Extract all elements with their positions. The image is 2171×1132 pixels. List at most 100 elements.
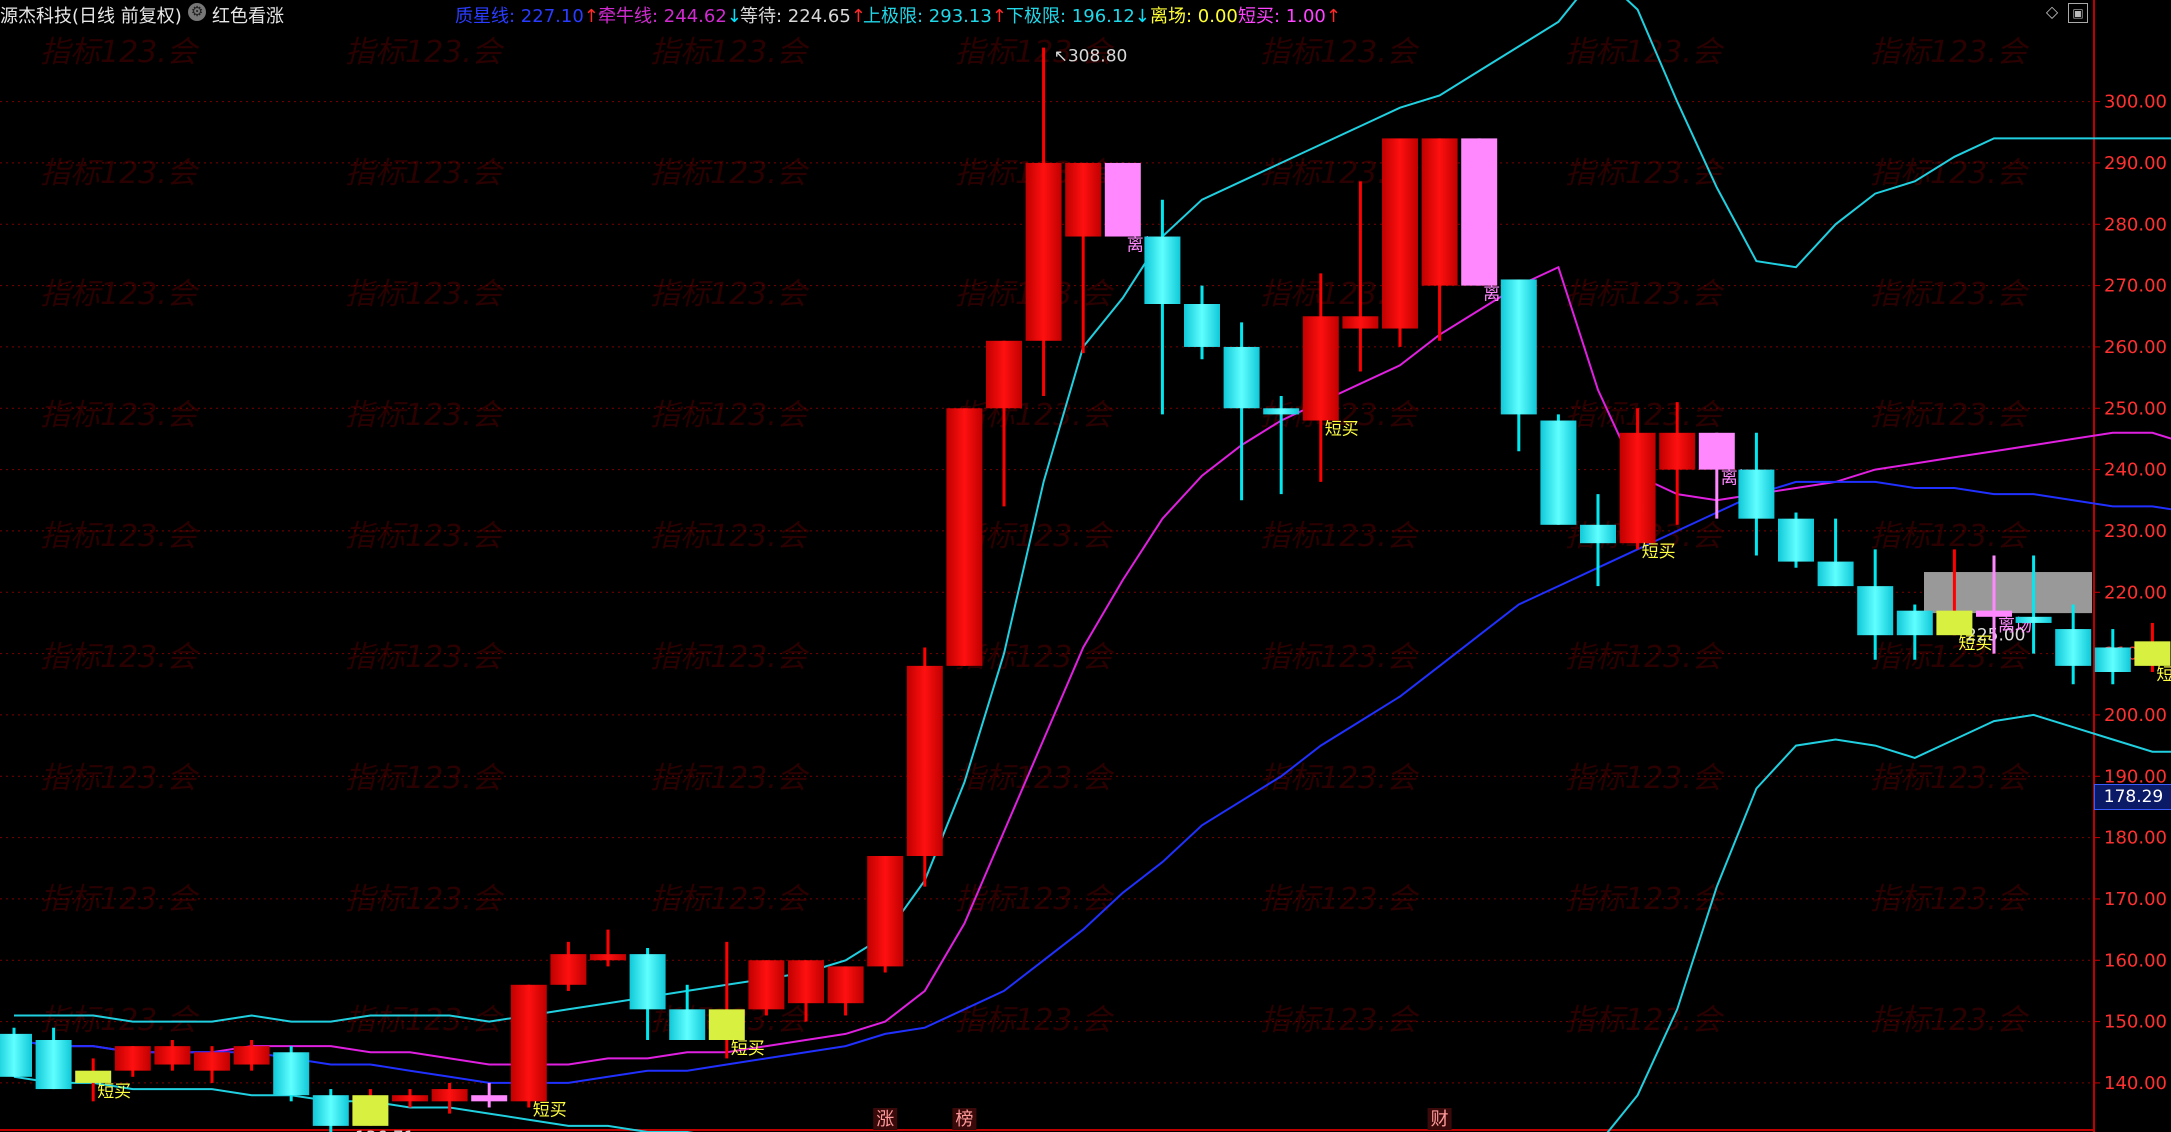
candle-body <box>1184 304 1220 347</box>
candle-body <box>1540 420 1577 525</box>
y-tick-label: 150.00 <box>2104 1012 2167 1033</box>
watermark-text: 指标123.会 <box>40 156 200 191</box>
watermark-text: 指标123.会 <box>40 882 200 917</box>
candle-body <box>1936 610 1973 636</box>
indicator-name[interactable]: 红色看涨 <box>212 2 284 28</box>
watermark-text: 指标123.会 <box>1565 640 1725 675</box>
candle-body <box>35 1040 72 1090</box>
y-tick-label: 180.00 <box>2104 828 2167 849</box>
candle-body <box>1342 316 1379 329</box>
candle-body <box>154 1046 191 1065</box>
header-item: 短买: 1.00↑ <box>1238 2 1341 28</box>
candle-body <box>550 954 587 985</box>
price-marker-box <box>1924 572 2092 614</box>
candle-body <box>1104 162 1141 237</box>
y-tick-label: 290.00 <box>2104 153 2167 174</box>
current-price-label: 178.29 <box>2094 784 2171 810</box>
candle-body <box>1223 346 1260 409</box>
candle-body <box>748 960 785 1010</box>
candle-body <box>352 1095 389 1126</box>
watermark-text: 指标123.会 <box>1870 277 2030 312</box>
y-tick-label: 280.00 <box>2104 214 2167 235</box>
y-tick-label: 140.00 <box>2104 1073 2167 1094</box>
header-item-label: 等待: 224.65 <box>740 6 851 27</box>
watermark-text: 指标123.会 <box>650 398 810 433</box>
candle-body <box>114 1046 151 1071</box>
watermark-text: 指标123.会 <box>1260 882 1420 917</box>
signal-label: 短买 <box>533 1100 567 1120</box>
watermark-text: 指标123.会 <box>1870 761 2030 796</box>
candle-body <box>669 1009 706 1040</box>
event-mark: 榜 <box>955 1109 973 1130</box>
restore-icon[interactable]: ◇ <box>2043 3 2061 21</box>
candle-body <box>1144 236 1181 304</box>
header-item-label: 质星线: 227.10 <box>455 6 584 27</box>
watermark-text: 指标123.会 <box>40 398 200 433</box>
y-tick-label: 170.00 <box>2104 889 2167 910</box>
watermark-text: 指标123.会 <box>650 277 810 312</box>
candle-body <box>946 408 983 666</box>
header-item: 离场: 0.00 <box>1150 2 1238 28</box>
candle-body <box>906 665 943 856</box>
watermark-text: 指标123.会 <box>1565 156 1725 191</box>
candle-body <box>510 984 547 1102</box>
candle-body <box>431 1089 468 1102</box>
candle-body <box>1302 316 1339 421</box>
watermark-text: 指标123.会 <box>1870 1003 2030 1038</box>
header-item: 质星线: 227.10↑ <box>455 2 599 28</box>
watermark-text: 指标123.会 <box>1260 35 1420 70</box>
candle-body <box>590 954 626 961</box>
watermark-text: 指标123.会 <box>1565 1003 1725 1038</box>
y-tick-label: 260.00 <box>2104 337 2167 358</box>
candle-body <box>867 856 904 967</box>
watermark-text: 指标123.会 <box>1870 519 2030 554</box>
watermark-text: 指标123.会 <box>1870 35 2030 70</box>
watermark-text: 指标123.会 <box>1565 882 1725 917</box>
header-item-label: 离场: 0.00 <box>1150 6 1238 27</box>
y-tick-label: 220.00 <box>2104 582 2167 603</box>
candle-body <box>1263 408 1300 415</box>
candle-body <box>1738 469 1775 519</box>
watermark-text: 指标123.会 <box>345 156 505 191</box>
watermark-text: 指标123.会 <box>40 277 200 312</box>
candle-body <box>1500 279 1537 415</box>
event-mark: 涨 <box>876 1109 894 1130</box>
candle-body <box>2015 616 2052 623</box>
header-item: 下极限: 196.12↓ <box>1006 2 1150 28</box>
y-tick-label: 240.00 <box>2104 460 2167 481</box>
candle-body <box>471 1095 508 1102</box>
candle-body <box>312 1095 349 1126</box>
watermark-text: 指标123.会 <box>1565 398 1725 433</box>
watermark-text: 指标123.会 <box>345 398 505 433</box>
watermark-text: 指标123.会 <box>40 35 200 70</box>
watermark-text: 指标123.会 <box>345 277 505 312</box>
watermark-text: 指标123.会 <box>650 519 810 554</box>
candlestick-chart[interactable]: 指标123.会 指标123.会 指标123.会 指标123.会 指标123.会 指标123… <box>0 0 2171 1132</box>
extreme-price-label: ←136.71 <box>341 1128 415 1132</box>
close-icon[interactable]: ▣ <box>2068 3 2088 23</box>
watermark-text: 指标123.会 <box>345 640 505 675</box>
candle-body <box>2094 647 2131 672</box>
watermark-text: 指标123.会 <box>1870 156 2030 191</box>
y-tick-label: 160.00 <box>2104 950 2167 971</box>
watermark-text: 指标123.会 <box>345 882 505 917</box>
header-item: 牵牛线: 244.62↓ <box>598 2 742 28</box>
y-tick-label: 300.00 <box>2104 92 2167 113</box>
candle-body <box>0 1033 32 1077</box>
signal-label: 短买 <box>1325 420 1359 440</box>
watermark-text: 指标123.会 <box>650 35 810 70</box>
watermark-text: 指标123.会 <box>1565 277 1725 312</box>
event-mark: 财 <box>1431 1109 1449 1130</box>
watermark-text: 指标123.会 <box>650 882 810 917</box>
watermark-text: 指标123.会 <box>40 519 200 554</box>
gear-icon[interactable]: ⚙ <box>188 3 206 21</box>
y-tick-label: 250.00 <box>2104 398 2167 419</box>
candle-body <box>1065 162 1102 237</box>
signal-label: 短买 <box>1958 634 1992 654</box>
header-item: 等待: 224.65↑ <box>740 2 866 28</box>
upper-band-line <box>14 0 2171 1023</box>
candle-body <box>629 954 666 1010</box>
y-tick-label: 230.00 <box>2104 521 2167 542</box>
chart-header: 源杰科技(日线 前复权) ⚙ 红色看涨 ◇ ▣ 质星线: 227.10↑ 牵牛线:… <box>0 0 2171 28</box>
candle-body <box>273 1052 310 1096</box>
